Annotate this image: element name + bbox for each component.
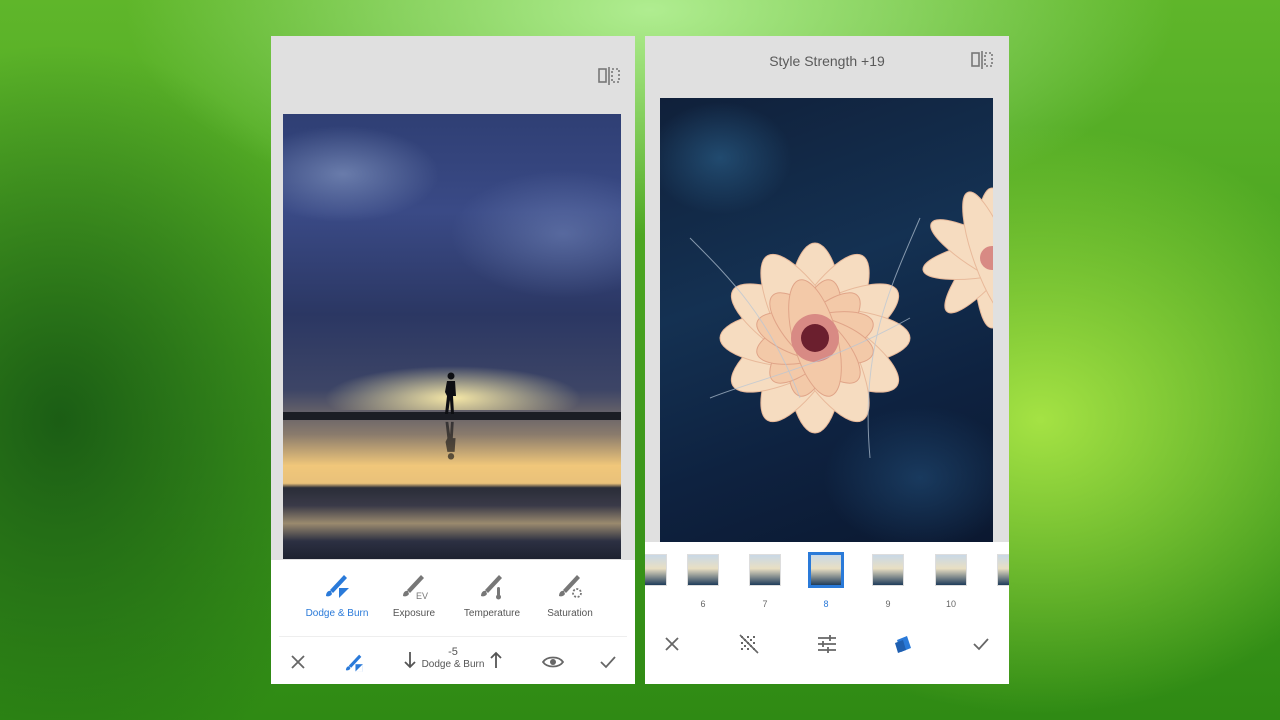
dodge-burn-brush-icon bbox=[326, 575, 349, 598]
filter-label: 6 bbox=[700, 599, 706, 609]
tool-exposure[interactable]: EV Exposure bbox=[375, 570, 453, 632]
filter-thumbnail[interactable]: 7 bbox=[747, 552, 783, 609]
tool-saturation[interactable]: Saturation bbox=[531, 570, 609, 632]
show-mask-button[interactable] bbox=[539, 648, 567, 676]
photo-beach-silhouette bbox=[283, 114, 621, 559]
filter-label: 9 bbox=[885, 599, 891, 609]
compare-icon[interactable] bbox=[598, 66, 620, 86]
filter-thumbnail[interactable]: 10 bbox=[933, 552, 969, 609]
svg-text:EV: EV bbox=[416, 591, 428, 600]
texture-icon bbox=[739, 634, 759, 654]
tool-label: Saturation bbox=[547, 608, 593, 619]
tool-dodge-burn[interactable]: Dodge & Burn bbox=[298, 570, 376, 632]
filter-preview bbox=[873, 555, 903, 585]
texture-button[interactable] bbox=[735, 630, 763, 658]
person-silhouette bbox=[445, 372, 456, 414]
check-icon bbox=[973, 638, 989, 651]
filter-preview bbox=[936, 555, 966, 585]
filter-thumbnail[interactable]: 9 bbox=[870, 552, 906, 609]
filter-thumbnail-selected[interactable]: 8 bbox=[808, 552, 844, 609]
check-icon bbox=[600, 656, 616, 669]
left-phone-screen: Dodge & Burn EV Exposure Temperature Sat… bbox=[271, 36, 635, 684]
filter-preview bbox=[645, 555, 666, 585]
cancel-button[interactable] bbox=[658, 630, 686, 658]
filter-label: 8 bbox=[823, 599, 829, 609]
dahlia-flower-partial bbox=[922, 187, 993, 329]
tool-label: Exposure bbox=[392, 608, 436, 619]
filter-thumbnail[interactable]: 6 bbox=[685, 552, 721, 609]
temperature-brush-icon bbox=[481, 575, 502, 600]
divider bbox=[279, 636, 627, 637]
tool-label: Dodge & Burn bbox=[305, 608, 369, 619]
arrow-up-icon bbox=[490, 651, 502, 668]
style-icon bbox=[895, 636, 911, 653]
brush-mode-button[interactable] bbox=[340, 648, 368, 676]
apply-button[interactable] bbox=[967, 630, 995, 658]
exposure-brush-icon: EV bbox=[403, 575, 428, 600]
filter-thumbnail[interactable] bbox=[995, 552, 1009, 608]
filter-preview bbox=[811, 555, 841, 585]
filter-strip-panel: 6 7 8 9 10 bbox=[645, 542, 1009, 684]
tune-icon bbox=[818, 635, 836, 653]
saturation-brush-icon bbox=[559, 575, 582, 598]
compare-icon[interactable] bbox=[971, 50, 993, 70]
tune-button[interactable] bbox=[813, 630, 841, 658]
filter-thumbnail[interactable] bbox=[645, 552, 669, 608]
filter-preview bbox=[750, 555, 780, 585]
style-strength-title: Style Strength +19 bbox=[769, 53, 885, 69]
close-icon bbox=[291, 655, 305, 669]
tool-temperature[interactable]: Temperature bbox=[453, 570, 531, 632]
right-phone-screen: Style Strength +19 6 7 8 9 10 bbox=[645, 36, 1009, 684]
filter-label: 7 bbox=[762, 599, 768, 609]
person-reflection bbox=[445, 421, 456, 460]
cancel-button[interactable] bbox=[284, 648, 312, 676]
photo-dahlia-flower bbox=[660, 98, 993, 542]
brush-tools-panel: Dodge & Burn EV Exposure Temperature Sat… bbox=[271, 560, 635, 684]
close-icon bbox=[665, 637, 679, 651]
filter-preview bbox=[688, 555, 718, 585]
filter-preview bbox=[998, 555, 1009, 585]
filter-label: 10 bbox=[945, 599, 956, 609]
eye-icon bbox=[542, 656, 564, 668]
tool-label: Temperature bbox=[463, 608, 521, 619]
brush-icon bbox=[345, 654, 363, 672]
increase-button[interactable] bbox=[482, 646, 510, 674]
apply-button[interactable] bbox=[594, 648, 622, 676]
style-button[interactable] bbox=[890, 630, 918, 658]
dahlia-flower bbox=[689, 217, 921, 459]
